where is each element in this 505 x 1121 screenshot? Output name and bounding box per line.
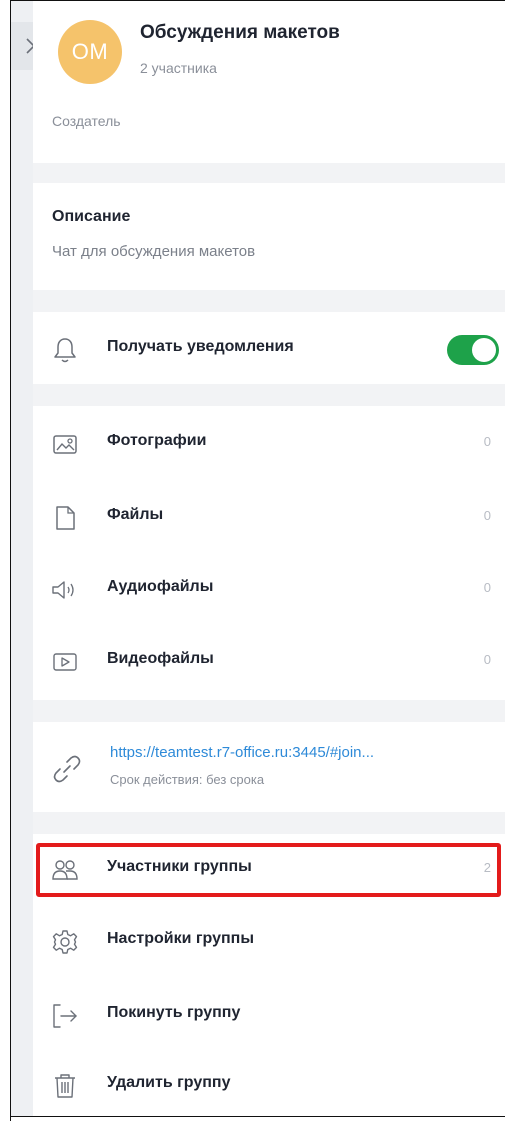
audio-icon bbox=[49, 574, 81, 606]
description-text: Чат для обсуждения макетов bbox=[52, 243, 256, 260]
media-count: 0 bbox=[483, 652, 491, 667]
members-count-text: 2 участника bbox=[140, 60, 217, 76]
section-divider bbox=[33, 812, 505, 834]
toggle-knob bbox=[472, 338, 496, 362]
group-settings-label: Настройки группы bbox=[107, 930, 254, 947]
media-row-photos[interactable]: Фотографии 0 bbox=[33, 416, 505, 472]
leave-group-label: Покинуть группу bbox=[107, 1004, 241, 1021]
avatar[interactable]: ОМ bbox=[58, 20, 122, 84]
section-divider bbox=[33, 700, 505, 722]
notifications-row: Получать уведомления bbox=[33, 322, 505, 378]
notifications-label: Получать уведомления bbox=[107, 338, 294, 355]
highlight-frame bbox=[36, 843, 501, 897]
gear-icon bbox=[49, 926, 81, 958]
file-icon bbox=[49, 502, 81, 534]
media-row-files[interactable]: Файлы 0 bbox=[33, 490, 505, 546]
link-icon bbox=[50, 752, 84, 786]
delete-group-label: Удалить группу bbox=[107, 1074, 231, 1091]
group-settings-row[interactable]: Настройки группы bbox=[33, 914, 505, 970]
group-title: Обсуждения макетов bbox=[140, 22, 340, 43]
video-icon bbox=[49, 646, 81, 678]
exit-icon bbox=[49, 1000, 81, 1032]
delete-group-row[interactable]: Удалить группу bbox=[33, 1058, 505, 1114]
notifications-toggle[interactable] bbox=[447, 335, 499, 365]
media-label: Файлы bbox=[107, 506, 164, 523]
trash-icon bbox=[49, 1070, 81, 1102]
bell-icon bbox=[49, 334, 81, 366]
media-row-audio[interactable]: Аудиофайлы 0 bbox=[33, 562, 505, 618]
media-count: 0 bbox=[483, 434, 491, 449]
media-count: 0 bbox=[483, 508, 491, 523]
section-divider bbox=[33, 384, 505, 406]
section-divider bbox=[33, 163, 505, 183]
invite-link-url[interactable]: https://teamtest.r7-office.ru:3445/#join… bbox=[110, 744, 488, 761]
section-divider bbox=[33, 290, 505, 312]
photo-icon bbox=[49, 428, 81, 460]
media-count: 0 bbox=[483, 580, 491, 595]
media-label: Аудиофайлы bbox=[107, 578, 214, 595]
description-heading: Описание bbox=[52, 208, 131, 225]
left-strip bbox=[11, 1, 33, 1116]
invite-link-expiry: Срок действия: без срока bbox=[110, 772, 265, 787]
leave-group-row[interactable]: Покинуть группу bbox=[33, 988, 505, 1044]
media-label: Видеофайлы bbox=[107, 650, 214, 667]
window-border-bottom bbox=[10, 1116, 505, 1117]
media-row-video[interactable]: Видеофайлы 0 bbox=[33, 634, 505, 690]
media-label: Фотографии bbox=[107, 432, 207, 449]
creator-label: Создатель bbox=[52, 113, 121, 129]
